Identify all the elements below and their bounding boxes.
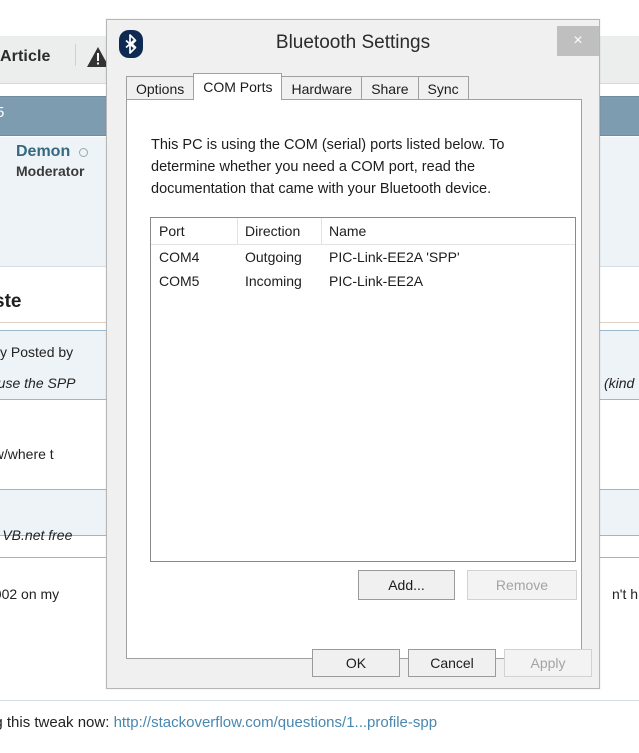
column-divider — [237, 218, 238, 245]
tab-options[interactable]: Options — [126, 76, 194, 100]
dialog-titlebar: Bluetooth Settings × — [107, 20, 599, 75]
background-text-line: ally Posted by — [0, 344, 73, 360]
background-post-number: 5 — [0, 104, 4, 121]
background-text-line: u use the SPP — [0, 375, 76, 391]
column-header-name[interactable]: Name — [321, 223, 575, 239]
tab-share[interactable]: Share — [361, 76, 418, 100]
tab-sync[interactable]: Sync — [418, 76, 469, 100]
table-row[interactable]: COM4 Outgoing PIC-Link-EE2A 'SPP' — [151, 245, 575, 269]
bluetooth-settings-dialog: Bluetooth Settings × Options COM Ports H… — [106, 19, 600, 689]
column-divider — [321, 218, 322, 245]
background-post-author-role: Moderator — [16, 163, 84, 179]
apply-button: Apply — [504, 649, 592, 677]
com-ports-list[interactable]: Port Direction Name COM4 Outgoing PIC-Li… — [150, 217, 576, 562]
com-ports-description: This PC is using the COM (serial) ports … — [151, 134, 546, 200]
tab-panel-com-ports: This PC is using the COM (serial) ports … — [126, 99, 582, 659]
cell-direction: Outgoing — [237, 249, 321, 265]
background-link-line: ng this tweak now: http://stackoverflow.… — [0, 714, 437, 731]
cell-name: PIC-Link-EE2A — [321, 273, 575, 289]
stackoverflow-link[interactable]: http://stackoverflow.com/questions/1...p… — [114, 714, 438, 731]
remove-button: Remove — [467, 570, 577, 600]
cell-port: COM5 — [151, 273, 237, 289]
background-rule — [0, 700, 639, 701]
dialog-title: Bluetooth Settings — [107, 32, 599, 54]
background-post-author[interactable]: Demon — [16, 143, 70, 161]
cell-direction: Incoming — [237, 273, 321, 289]
column-header-port[interactable]: Port — [151, 223, 237, 239]
cell-port: COM4 — [151, 249, 237, 265]
cancel-button[interactable]: Cancel — [408, 649, 496, 677]
toolbar-separator — [75, 44, 76, 66]
tab-strip: Options COM Ports Hardware Share Sync — [126, 75, 582, 100]
table-row[interactable]: COM5 Incoming PIC-Link-EE2A — [151, 269, 575, 293]
background-text-line: (kind — [604, 375, 634, 391]
tab-com-ports[interactable]: COM Ports — [193, 73, 282, 100]
background-text-line: 2002 on my — [0, 586, 59, 602]
close-icon[interactable]: × — [557, 26, 599, 56]
tab-hardware[interactable]: Hardware — [281, 76, 362, 100]
background-link-prefix: ng this tweak now: — [0, 714, 114, 731]
background-thread-title: ntory Syste — [0, 291, 21, 313]
background-article-label: Article — [0, 48, 51, 66]
ok-button[interactable]: OK — [312, 649, 400, 677]
cell-name: PIC-Link-EE2A 'SPP' — [321, 249, 575, 265]
add-button[interactable]: Add... — [358, 570, 455, 600]
column-header-direction[interactable]: Direction — [237, 223, 321, 239]
background-text-line: er VB.net free — [0, 527, 72, 543]
background-text-line: n't h — [612, 586, 638, 602]
background-text-line: ow/where t — [0, 446, 54, 462]
com-ports-list-header: Port Direction Name — [151, 218, 575, 245]
offline-dot-icon — [79, 148, 88, 157]
